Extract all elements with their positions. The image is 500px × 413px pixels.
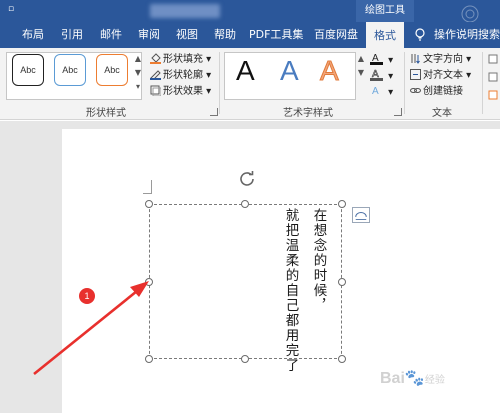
shape-style-preset-3[interactable]: Abc xyxy=(96,54,128,86)
arrange-icon[interactable] xyxy=(488,54,500,66)
align-text-label: 对齐文本 xyxy=(423,70,463,81)
shape-effects-icon xyxy=(150,85,161,96)
tab-pdf-tools[interactable]: PDF工具集 xyxy=(249,22,303,48)
paw-icon: 🐾 xyxy=(404,370,425,387)
text-fill-icon: A xyxy=(370,53,383,65)
lightbulb-icon xyxy=(415,28,425,41)
text-effects-button[interactable]: A ▾ xyxy=(370,84,393,100)
gallery-more-icon[interactable]: ▾ xyxy=(134,82,142,91)
tab-mailings[interactable]: 邮件 xyxy=(100,22,122,48)
page-margin-corner-mark xyxy=(143,180,152,194)
tab-format[interactable]: 格式 xyxy=(366,22,404,48)
shape-style-preset-2[interactable]: Abc xyxy=(54,54,86,86)
group-separator xyxy=(404,52,405,114)
callout-number-badge: 1 xyxy=(79,288,95,304)
shape-outline-label: 形状轮廓 xyxy=(163,70,203,81)
resize-handle-left[interactable] xyxy=(145,278,153,286)
resize-handle-top-right[interactable] xyxy=(338,200,346,208)
resize-handle-right[interactable] xyxy=(338,278,346,286)
group-label-text: 文本 xyxy=(432,108,452,119)
pen-icon xyxy=(150,70,161,80)
shape-styles-launcher-icon[interactable] xyxy=(210,108,218,116)
quick-access-icon[interactable]: ▫ xyxy=(8,4,14,14)
tab-review[interactable]: 审阅 xyxy=(138,22,160,48)
wordart-scroll-up-icon[interactable]: ▲ xyxy=(357,54,365,63)
shape-fill-label: 形状填充 xyxy=(163,54,203,65)
shape-effects-button[interactable]: 形状效果 ▾ xyxy=(150,84,211,100)
text-direction-button[interactable]: 文字方向 ▾ xyxy=(410,52,471,68)
text-outline-button[interactable]: A ▾ xyxy=(370,68,393,84)
title-bar: ▫ 绘图工具 xyxy=(0,0,500,22)
resize-handle-top-left[interactable] xyxy=(145,200,153,208)
tell-me-search[interactable]: 操作说明搜索 xyxy=(434,22,500,48)
shape-effects-label: 形状效果 xyxy=(163,86,203,97)
arrange-icon-2[interactable] xyxy=(488,72,500,84)
text-direction-label: 文字方向 xyxy=(423,54,463,65)
text-fill-button[interactable]: A ▾ xyxy=(370,52,393,68)
create-link-button[interactable]: 创建链接 xyxy=(410,84,463,100)
text-column-right[interactable]: 在想念的时候， xyxy=(311,208,327,313)
shape-outline-button[interactable]: 形状轮廓 ▾ xyxy=(150,68,211,84)
text-effects-icon: A xyxy=(372,86,379,97)
shape-fill-button[interactable]: 形状填充 ▾ xyxy=(150,52,211,68)
tab-help[interactable]: 帮助 xyxy=(214,22,236,48)
ribbon-body: Abc Abc Abc ▲ ▼ ▾ 形状填充 ▾ 形状轮廓 ▾ 形状效果 ▾ 形… xyxy=(0,48,500,120)
layout-options-button[interactable] xyxy=(352,207,370,223)
align-text-icon xyxy=(410,69,421,80)
tab-view[interactable]: 视图 xyxy=(176,22,198,48)
window-title-blurred xyxy=(150,4,220,18)
group-label-wordart-styles: 艺术字样式 xyxy=(283,108,333,119)
rotate-handle-icon[interactable] xyxy=(238,170,256,188)
group-separator xyxy=(482,52,483,114)
tab-baidu-netdisk[interactable]: 百度网盘 xyxy=(314,22,358,48)
text-column-left[interactable]: 就把温柔的自己都用完了 xyxy=(283,208,299,373)
paint-bucket-icon xyxy=(150,53,161,64)
tab-layout[interactable]: 布局 xyxy=(22,22,44,48)
resize-handle-bottom-right[interactable] xyxy=(338,355,346,363)
watermark-suffix: 经验 xyxy=(424,375,445,386)
ribbon-tabs: 布局 引用 邮件 审阅 视图 帮助 PDF工具集 百度网盘 格式 操作说明搜索 xyxy=(0,22,500,48)
resize-handle-top[interactable] xyxy=(241,200,249,208)
wordart-preset-3[interactable]: A xyxy=(320,55,340,86)
resize-handle-bottom[interactable] xyxy=(241,355,249,363)
layout-options-icon xyxy=(355,212,367,220)
tab-references[interactable]: 引用 xyxy=(61,22,83,48)
watermark: Bai🐾经验 xyxy=(380,368,445,388)
align-text-button[interactable]: 对齐文本 ▾ xyxy=(410,68,471,84)
arrange-icon-3[interactable] xyxy=(488,90,500,102)
wordart-preset-1[interactable]: A xyxy=(236,56,255,86)
watermark-brand: Bai xyxy=(380,370,405,387)
resize-handle-bottom-left[interactable] xyxy=(145,355,153,363)
wordart-preset-2[interactable]: A xyxy=(280,56,299,86)
text-direction-icon xyxy=(411,54,420,64)
svg-text:A: A xyxy=(372,86,379,97)
link-icon xyxy=(410,88,421,93)
create-link-label: 创建链接 xyxy=(423,86,463,97)
wordart-scroll-down-icon[interactable]: ▼ xyxy=(357,68,365,77)
context-tab-drawing-tools: 绘图工具 xyxy=(356,0,414,22)
text-outline-icon: A xyxy=(370,69,383,81)
titlebar-decoration-icon xyxy=(461,5,479,22)
shape-style-preset-1[interactable]: Abc xyxy=(12,54,44,86)
wordart-launcher-icon[interactable] xyxy=(394,108,402,116)
gallery-scroll-down-icon[interactable]: ▼ xyxy=(134,68,142,77)
group-separator xyxy=(219,52,220,114)
group-label-shape-styles: 形状样式 xyxy=(86,108,126,119)
gallery-scroll-up-icon[interactable]: ▲ xyxy=(134,54,142,63)
